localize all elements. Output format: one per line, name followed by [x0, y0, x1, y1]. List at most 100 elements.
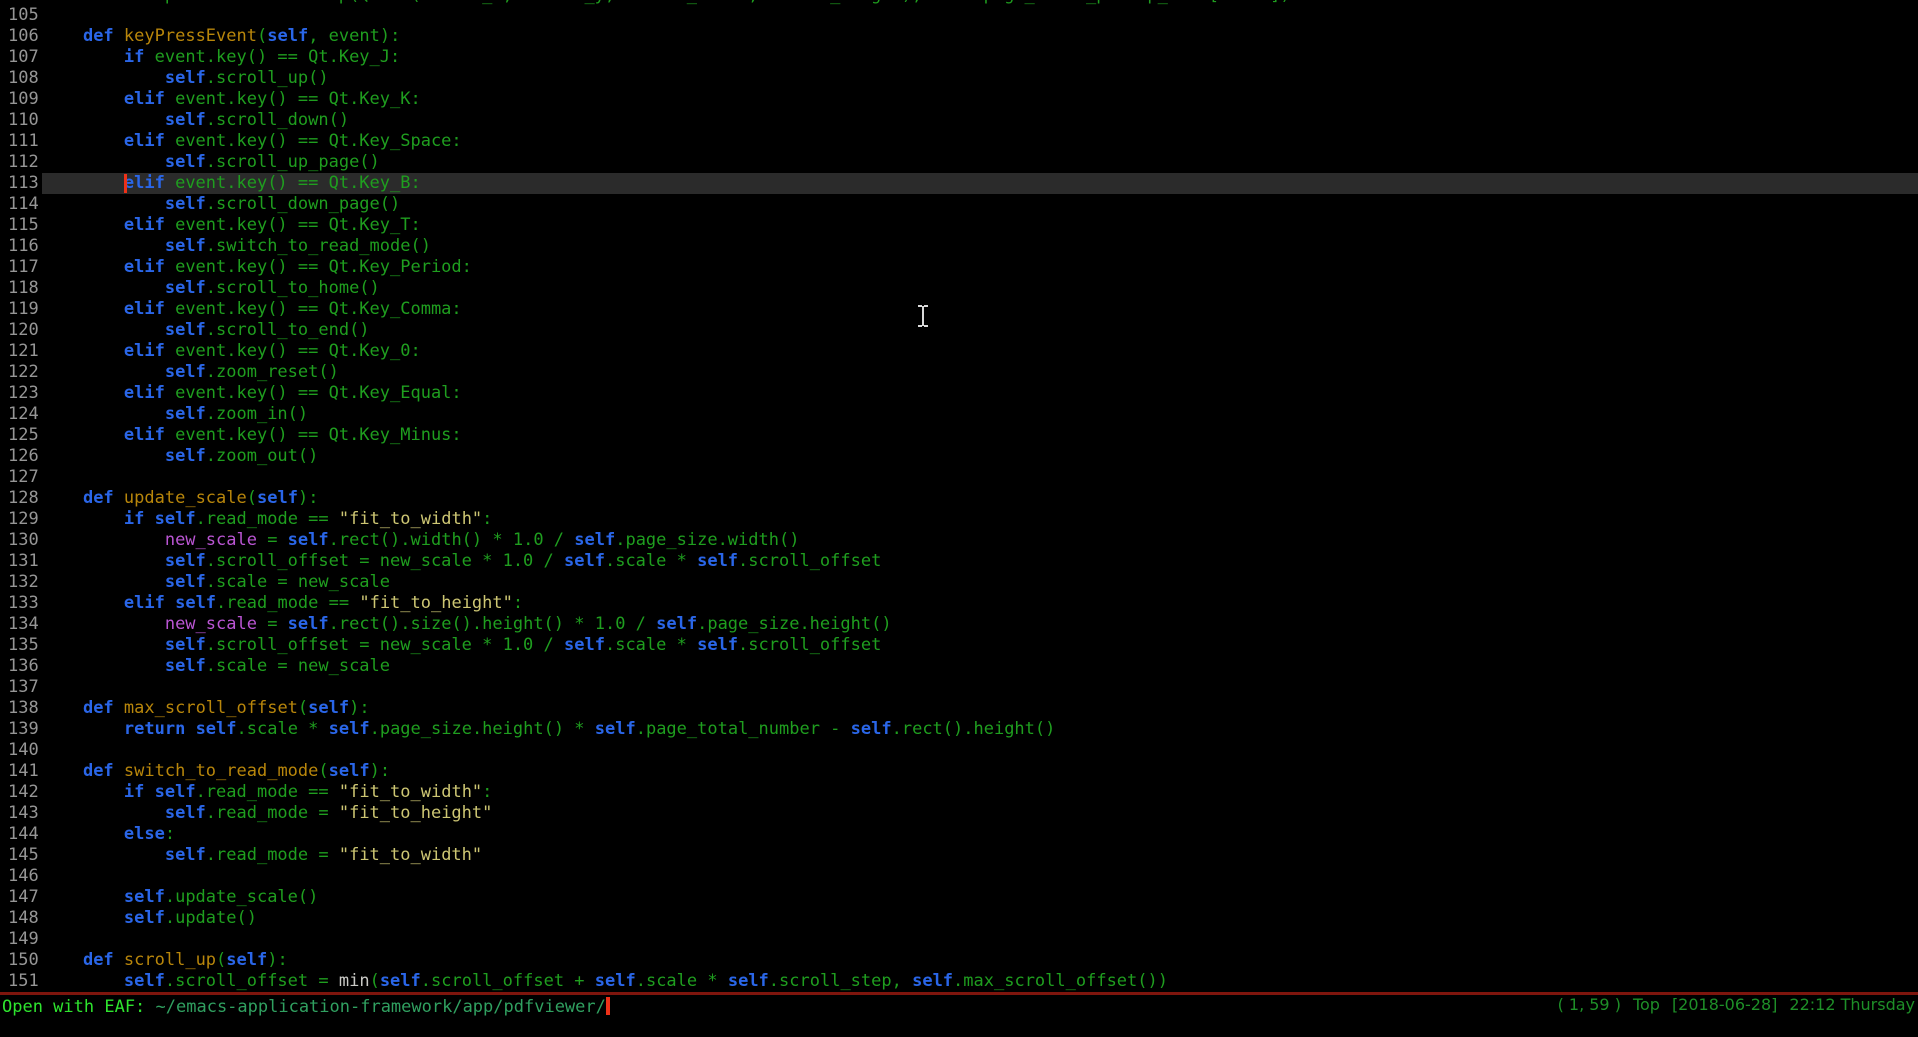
code-line[interactable]: 116 self.switch_to_read_mode(): [0, 236, 1918, 257]
code-line[interactable]: 148 self.update(): [0, 908, 1918, 929]
code-text: elif event.key() == Qt.Key_B:: [42, 173, 1918, 194]
code-text: def max_scroll_offset(self):: [42, 698, 1918, 719]
code-line[interactable]: 143 self.read_mode = "fit_to_height": [0, 803, 1918, 824]
code-line[interactable]: 149: [0, 929, 1918, 950]
code-line[interactable]: 114 self.scroll_down_page(): [0, 194, 1918, 215]
line-number: 142: [0, 782, 42, 803]
line-number: 139: [0, 719, 42, 740]
code-line[interactable]: 117 elif event.key() == Qt.Key_Period:: [0, 257, 1918, 278]
code-text: self.scroll_to_home(): [42, 278, 1918, 299]
code-text: def update_scale(self):: [42, 488, 1918, 509]
code-text: elif event.key() == Qt.Key_Space:: [42, 131, 1918, 152]
line-number: 147: [0, 887, 42, 908]
code-line[interactable]: 106 def keyPressEvent(self, event):: [0, 26, 1918, 47]
code-text: self.read_mode = "fit_to_height": [42, 803, 1918, 824]
line-number: 146: [0, 866, 42, 887]
code-line[interactable]: 134 new_scale = self.rect().size().heigh…: [0, 614, 1918, 635]
code-line[interactable]: 144 else:: [0, 824, 1918, 845]
code-line[interactable]: 118 self.scroll_to_home(): [0, 278, 1918, 299]
code-line[interactable]: 140: [0, 740, 1918, 761]
code-line[interactable]: 109 elif event.key() == Qt.Key_K:: [0, 89, 1918, 110]
code-text: else:: [42, 824, 1918, 845]
line-number: 143: [0, 803, 42, 824]
awesome-tray: ( 1, 59 )Top[2018-06-28]22:12 Thursday: [1527, 973, 1915, 1036]
code-editor[interactable]: painter.drawPixmap(QRect(render_x, rende…: [0, 0, 1918, 992]
code-line[interactable]: 138 def max_scroll_offset(self):: [0, 698, 1918, 719]
code-line[interactable]: 112 self.scroll_up_page(): [0, 152, 1918, 173]
line-number: 121: [0, 341, 42, 362]
code-line[interactable]: 125 elif event.key() == Qt.Key_Minus:: [0, 425, 1918, 446]
code-line[interactable]: 113 elif event.key() == Qt.Key_B:: [0, 173, 1918, 194]
line-number: 126: [0, 446, 42, 467]
code-line[interactable]: 126 self.zoom_out(): [0, 446, 1918, 467]
code-text: [42, 740, 1918, 761]
line-number: 134: [0, 614, 42, 635]
code-line[interactable]: 130 new_scale = self.rect().width() * 1.…: [0, 530, 1918, 551]
code-line[interactable]: 135 self.scroll_offset = new_scale * 1.0…: [0, 635, 1918, 656]
code-line[interactable]: 136 self.scale = new_scale: [0, 656, 1918, 677]
line-number: 108: [0, 68, 42, 89]
code-text: self.update_scale(): [42, 887, 1918, 908]
line-number: 115: [0, 215, 42, 236]
line-number: 128: [0, 488, 42, 509]
code-line[interactable]: 107 if event.key() == Qt.Key_J:: [0, 47, 1918, 68]
code-line[interactable]: 122 self.zoom_reset(): [0, 362, 1918, 383]
line-number: 133: [0, 593, 42, 614]
code-text: if event.key() == Qt.Key_J:: [42, 47, 1918, 68]
code-line[interactable]: 128 def update_scale(self):: [0, 488, 1918, 509]
code-line[interactable]: 142 if self.read_mode == "fit_to_width":: [0, 782, 1918, 803]
code-line[interactable]: 137: [0, 677, 1918, 698]
code-text: self.zoom_in(): [42, 404, 1918, 425]
code-text: new_scale = self.rect().width() * 1.0 / …: [42, 530, 1918, 551]
line-number: 110: [0, 110, 42, 131]
code-line[interactable]: 120 self.scroll_to_end(): [0, 320, 1918, 341]
code-line[interactable]: 108 self.scroll_up(): [0, 68, 1918, 89]
tray-date: [2018-06-28]: [1672, 995, 1777, 1014]
code-line[interactable]: 146: [0, 866, 1918, 887]
code-line[interactable]: 119 elif event.key() == Qt.Key_Comma:: [0, 299, 1918, 320]
code-line[interactable]: 141 def switch_to_read_mode(self):: [0, 761, 1918, 782]
tray-cursor-position: ( 1, 59 ): [1558, 995, 1621, 1014]
code-text: elif event.key() == Qt.Key_Equal:: [42, 383, 1918, 404]
minibuffer-text-cursor: [606, 997, 610, 1015]
line-number: 138: [0, 698, 42, 719]
code-line[interactable]: 110 self.scroll_down(): [0, 110, 1918, 131]
mouse-ibeam-cursor: [916, 304, 930, 334]
code-line[interactable]: 139 return self.scale * self.page_size.h…: [0, 719, 1918, 740]
minibuffer-input[interactable]: ~/emacs-application-framework/app/pdfvie…: [156, 997, 606, 1017]
minibuffer[interactable]: Open with EAF: ~/emacs-application-frame…: [0, 995, 1918, 1037]
line-number: 120: [0, 320, 42, 341]
code-line[interactable]: 133 elif self.read_mode == "fit_to_heigh…: [0, 593, 1918, 614]
code-text: self.scroll_offset = new_scale * 1.0 / s…: [42, 551, 1918, 572]
code-text: def scroll_up(self):: [42, 950, 1918, 971]
code-line[interactable]: 111 elif event.key() == Qt.Key_Space:: [0, 131, 1918, 152]
editor-cursor: [124, 174, 127, 193]
code-line[interactable]: 150 def scroll_up(self):: [0, 950, 1918, 971]
line-number: 127: [0, 467, 42, 488]
code-text: self.switch_to_read_mode(): [42, 236, 1918, 257]
minibuffer-prompt: Open with EAF:: [2, 997, 156, 1017]
code-line[interactable]: 127: [0, 467, 1918, 488]
code-line[interactable]: 123 elif event.key() == Qt.Key_Equal:: [0, 383, 1918, 404]
code-line[interactable]: 129 if self.read_mode == "fit_to_width":: [0, 509, 1918, 530]
line-number: 132: [0, 572, 42, 593]
code-text: self.scroll_down_page(): [42, 194, 1918, 215]
code-text: self.scroll_up(): [42, 68, 1918, 89]
code-line[interactable]: 105: [0, 5, 1918, 26]
code-line[interactable]: 131 self.scroll_offset = new_scale * 1.0…: [0, 551, 1918, 572]
line-number: 140: [0, 740, 42, 761]
code-line[interactable]: 124 self.zoom_in(): [0, 404, 1918, 425]
line-number: 130: [0, 530, 42, 551]
line-number: 117: [0, 257, 42, 278]
code-line[interactable]: 147 self.update_scale(): [0, 887, 1918, 908]
code-line[interactable]: 115 elif event.key() == Qt.Key_T:: [0, 215, 1918, 236]
code-line[interactable]: 121 elif event.key() == Qt.Key_0:: [0, 341, 1918, 362]
code-text: self.read_mode = "fit_to_width": [42, 845, 1918, 866]
code-line[interactable]: 145 self.read_mode = "fit_to_width": [0, 845, 1918, 866]
code-text: if self.read_mode == "fit_to_width":: [42, 782, 1918, 803]
code-text: elif event.key() == Qt.Key_Minus:: [42, 425, 1918, 446]
code-line[interactable]: 132 self.scale = new_scale: [0, 572, 1918, 593]
line-number: 111: [0, 131, 42, 152]
line-number: 136: [0, 656, 42, 677]
code-text: elif self.read_mode == "fit_to_height":: [42, 593, 1918, 614]
